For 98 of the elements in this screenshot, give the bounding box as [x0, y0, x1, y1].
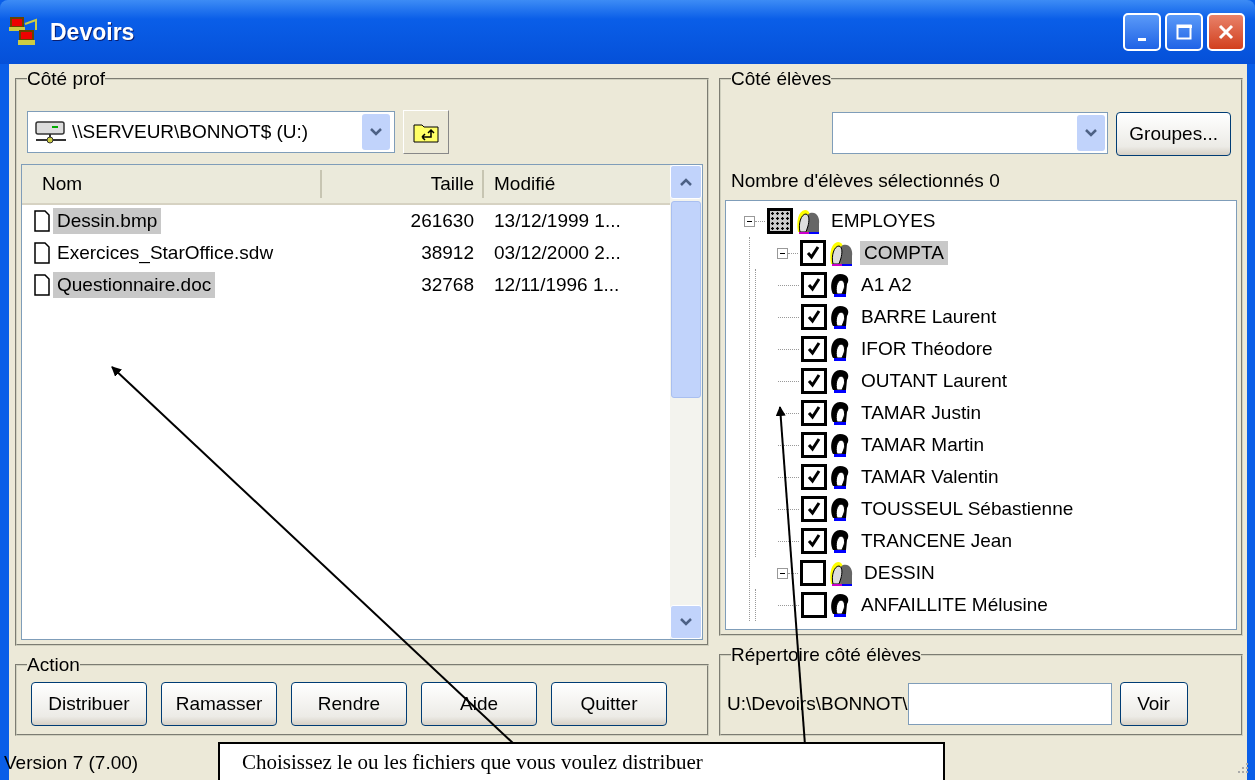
- folder-up-icon: [413, 121, 439, 143]
- file-date: 12/11/1996 1...: [493, 274, 621, 296]
- file-size: 32768: [420, 274, 475, 296]
- person-icon: [829, 400, 851, 426]
- tree-checkbox[interactable]: [801, 272, 827, 298]
- person-icon: [829, 496, 851, 522]
- group-title: Côté prof: [27, 68, 106, 90]
- tree-checkbox[interactable]: [801, 496, 827, 522]
- column-header[interactable]: Nom: [22, 170, 322, 198]
- checkmark-icon: [806, 533, 822, 549]
- person-icon: [829, 304, 851, 330]
- callout-text: Choisissez le ou les fichiers que vous voulez distribuer: [218, 742, 945, 780]
- document-icon: [34, 274, 50, 296]
- tree-item[interactable]: EMPLOYES: [827, 209, 940, 233]
- maximize-button[interactable]: [1165, 13, 1203, 51]
- tree-item[interactable]: TRANCENE Jean: [857, 529, 1016, 553]
- person-icon: [829, 272, 851, 298]
- tree-item[interactable]: COMPTA: [860, 241, 948, 265]
- scroll-down-button[interactable]: [670, 605, 702, 639]
- checkmark-icon: [805, 245, 821, 261]
- file-date: 03/12/2000 2...: [493, 242, 622, 264]
- person-icon: [829, 336, 851, 362]
- tree-checkbox[interactable]: [801, 432, 827, 458]
- checkmark-icon: [806, 437, 822, 453]
- person-icon: [829, 432, 851, 458]
- directory-input-field[interactable]: [907, 683, 1112, 725]
- drive-dropdown[interactable]: \\SERVEUR\BONNOT$ (U:): [27, 111, 395, 153]
- people-icon: [828, 240, 854, 266]
- action-button[interactable]: Ramasser: [161, 682, 277, 726]
- file-name[interactable]: Questionnaire.doc: [53, 272, 216, 298]
- tree-item[interactable]: OUTANT Laurent: [857, 369, 1012, 393]
- person-icon: [829, 592, 851, 618]
- tree-checkbox[interactable]: [800, 560, 826, 586]
- tree-checkbox[interactable]: [767, 208, 793, 234]
- window-title: Devoirs: [50, 18, 136, 46]
- tree-item[interactable]: TOUSSEUL Sébastienne: [857, 497, 1078, 521]
- action-button[interactable]: Quitter: [551, 682, 667, 726]
- action-button[interactable]: Rendre: [291, 682, 407, 726]
- tree-checkbox[interactable]: [801, 304, 827, 330]
- minimize-button[interactable]: [1123, 13, 1161, 51]
- network-drive-icon: [34, 120, 68, 144]
- close-button[interactable]: [1207, 13, 1245, 51]
- file-name[interactable]: Dessin.bmp: [53, 208, 162, 234]
- tree-checkbox[interactable]: [801, 464, 827, 490]
- tree-item[interactable]: TAMAR Justin: [857, 401, 985, 425]
- minimize-icon: [1138, 38, 1146, 41]
- tree-item[interactable]: A1 A2: [857, 273, 916, 297]
- down-chevron-icon: [680, 618, 692, 626]
- tree-item[interactable]: DESSIN: [860, 561, 939, 585]
- tree-item[interactable]: IFOR Théodore: [857, 337, 997, 361]
- tree-checkbox[interactable]: [801, 528, 827, 554]
- tree-item[interactable]: TAMAR Martin: [857, 433, 989, 457]
- document-icon: [34, 210, 50, 232]
- collapse-toggle[interactable]: [777, 567, 788, 579]
- selected-count-label: Nombre d'élèves sélectionnés 0: [731, 170, 1001, 192]
- people-icon: [828, 560, 854, 586]
- group-title: Côté élèves: [731, 68, 832, 90]
- collapse-toggle[interactable]: [744, 215, 755, 227]
- person-icon: [829, 528, 851, 554]
- group-dropdown[interactable]: [832, 112, 1109, 154]
- checkmark-icon: [806, 405, 822, 421]
- up-chevron-icon: [680, 178, 692, 186]
- column-header[interactable]: Taille: [322, 170, 484, 198]
- tree-checkbox[interactable]: [801, 368, 827, 394]
- checkmark-icon: [806, 277, 822, 293]
- checkmark-icon: [806, 341, 822, 357]
- file-date: 13/12/1999 1...: [493, 210, 622, 232]
- tree-checkbox[interactable]: [801, 592, 827, 618]
- close-icon: [1218, 24, 1234, 40]
- tree-checkbox[interactable]: [801, 400, 827, 426]
- scrollbar[interactable]: [670, 165, 702, 639]
- checkmark-icon: [806, 373, 822, 389]
- column-header[interactable]: Modifié: [484, 170, 670, 198]
- file-size: 38912: [420, 242, 475, 264]
- tree-item[interactable]: TAMAR Valentin: [857, 465, 1003, 489]
- action-button[interactable]: Distribuer: [31, 682, 147, 726]
- scroll-up-button[interactable]: [670, 165, 702, 199]
- groups-button[interactable]: Groupes...: [1116, 112, 1231, 156]
- checkmark-icon: [806, 469, 822, 485]
- file-size: 261630: [409, 210, 475, 232]
- tree-checkbox[interactable]: [800, 240, 826, 266]
- checkmark-icon: [806, 309, 822, 325]
- person-icon: [829, 464, 851, 490]
- maximize-icon: [1176, 24, 1192, 40]
- folder-up-button[interactable]: [403, 110, 449, 154]
- file-name[interactable]: Exercices_StarOffice.sdw: [53, 240, 278, 266]
- tree-checkbox[interactable]: [801, 336, 827, 362]
- person-icon: [829, 368, 851, 394]
- people-icon: [795, 208, 821, 234]
- group-title: Action: [27, 654, 80, 676]
- collapse-toggle[interactable]: [777, 247, 788, 259]
- document-icon: [34, 242, 50, 264]
- checkmark-icon: [806, 501, 822, 517]
- view-button[interactable]: Voir: [1119, 682, 1188, 726]
- scroll-thumb[interactable]: [671, 201, 701, 398]
- tree-item[interactable]: ANFAILLITE Mélusine: [857, 593, 1052, 617]
- tree-item[interactable]: BARRE Laurent: [857, 305, 1001, 329]
- resize-grip-icon[interactable]: [1235, 760, 1249, 774]
